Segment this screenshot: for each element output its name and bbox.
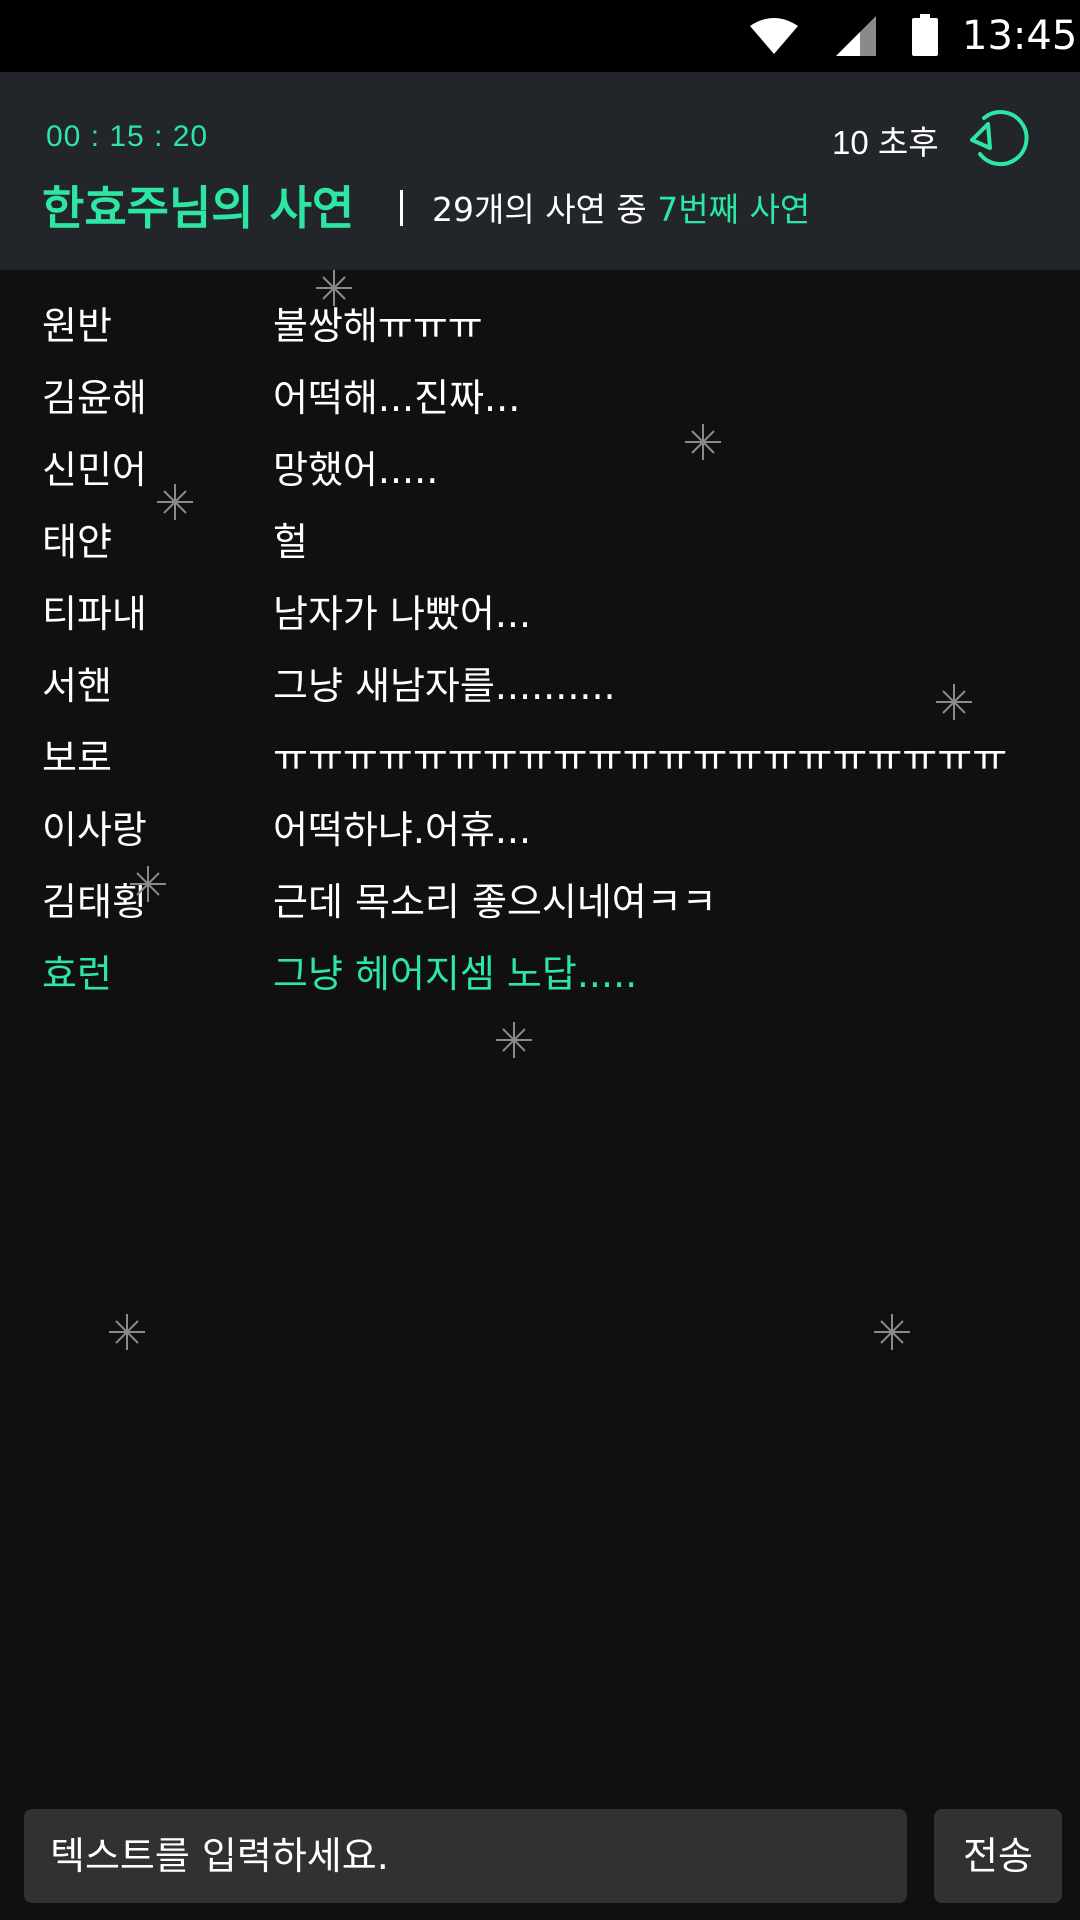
wifi-icon — [750, 18, 798, 54]
status-bar: 13:45 — [0, 0, 1080, 72]
story-progress-prefix: 29개의 사연 중 — [432, 190, 658, 229]
sparkle-icon — [936, 684, 972, 720]
message-author: 이사랑 — [42, 808, 147, 852]
chat-message-own: 효런 그냥 헤어지셈 노답..... — [0, 938, 1080, 1010]
chat-message: 원반 불쌍해ㅠㅠㅠ — [0, 290, 1080, 362]
message-input[interactable]: 텍스트를 입력하세요. — [24, 1809, 907, 1903]
story-header: 00 : 15 : 20 10 초후 한효주님의 사연 29개의 사연 중 7번… — [0, 72, 1080, 270]
message-text: 어떡하냐.어휴... — [273, 808, 532, 852]
chat-message-list: 원반 불쌍해ㅠㅠㅠ 김윤해 어떡해...진짜... 신민어 망했어..... 태… — [0, 290, 1080, 1010]
message-text: 헐 — [273, 520, 308, 564]
message-author: 태얀 — [42, 520, 112, 564]
story-progress: 29개의 사연 중 7번째 사연 — [432, 190, 810, 230]
status-time: 13:45 — [962, 13, 1078, 59]
message-author: 티파내 — [42, 592, 147, 636]
chat-message: 서핸 그냥 새남자를.......... — [0, 650, 1080, 722]
message-text: 그냥 새남자를.......... — [273, 664, 616, 708]
message-text: 어떡해...진짜... — [273, 376, 521, 420]
message-author: 보로 — [42, 736, 112, 780]
chat-message: 김윤해 어떡해...진짜... — [0, 362, 1080, 434]
title-divider — [400, 190, 403, 226]
story-progress-current: 7번째 사연 — [657, 190, 811, 229]
countdown-label: 10 초후 — [832, 124, 939, 161]
message-author: 서핸 — [42, 664, 112, 708]
message-text: 불쌍해ㅠㅠㅠ — [273, 304, 483, 348]
chat-message: 티파내 남자가 나빴어... — [0, 578, 1080, 650]
message-text: 남자가 나빴어... — [273, 592, 532, 636]
sparkle-icon — [685, 424, 721, 460]
message-text: 근데 목소리 좋으시네여ㅋㅋ — [273, 880, 717, 924]
refresh-icon[interactable] — [966, 104, 1032, 170]
send-button[interactable]: 전송 — [934, 1809, 1062, 1903]
sparkle-icon — [130, 866, 166, 902]
battery-icon — [912, 14, 938, 56]
message-text: ㅠㅠㅠㅠㅠㅠㅠㅠㅠㅠㅠㅠㅠㅠㅠㅠㅠㅠㅠㅠㅠ — [273, 736, 1008, 780]
sparkle-icon — [874, 1314, 910, 1350]
chat-message: 보로 ㅠㅠㅠㅠㅠㅠㅠㅠㅠㅠㅠㅠㅠㅠㅠㅠㅠㅠㅠㅠㅠ — [0, 722, 1080, 794]
message-author: 김윤해 — [42, 376, 147, 420]
message-text: 그냥 헤어지셈 노답..... — [273, 952, 638, 996]
message-author: 신민어 — [42, 448, 147, 492]
message-author: 원반 — [42, 304, 112, 348]
message-author: 효런 — [42, 952, 112, 996]
message-text: 망했어..... — [273, 448, 439, 492]
signal-icon — [836, 16, 876, 56]
sparkle-icon — [157, 484, 193, 520]
message-input-placeholder: 텍스트를 입력하세요. — [50, 1834, 389, 1878]
chat-message: 이사랑 어떡하냐.어휴... — [0, 794, 1080, 866]
sparkle-icon — [496, 1022, 532, 1058]
sparkle-icon — [109, 1314, 145, 1350]
elapsed-timer: 00 : 15 : 20 — [46, 120, 209, 153]
page-title: 한효주님의 사연 — [42, 181, 355, 235]
sparkle-icon — [316, 270, 352, 306]
